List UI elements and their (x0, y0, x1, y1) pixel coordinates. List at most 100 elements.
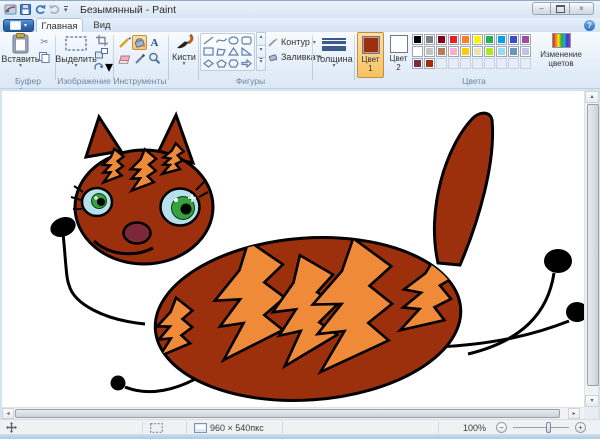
brushes-button[interactable]: Кисти ▾ (171, 33, 197, 67)
palette-swatch[interactable] (412, 34, 423, 45)
text-tool-button[interactable]: A (147, 35, 162, 50)
palette-swatch[interactable] (472, 58, 483, 69)
scroll-up-button[interactable]: ▴ (585, 91, 599, 103)
shape-fill-button[interactable]: Заливка ▾ (268, 52, 322, 62)
shape-pentagon-icon[interactable] (216, 59, 227, 68)
shape-diamond-icon[interactable] (203, 59, 214, 68)
palette-swatch[interactable] (424, 58, 435, 69)
copy-button[interactable] (37, 50, 52, 64)
magnifier-tool-button[interactable] (147, 51, 162, 66)
palette-swatch[interactable] (424, 34, 435, 45)
palette-swatch[interactable] (448, 34, 459, 45)
drawing-canvas[interactable] (2, 91, 584, 407)
color2-button[interactable]: Цвет 2 (386, 32, 411, 78)
shape-rectangle-icon[interactable] (203, 47, 214, 56)
vertical-scroll-thumb[interactable] (587, 104, 599, 386)
fill-tool-button[interactable] (132, 35, 147, 50)
undo-icon[interactable] (34, 4, 46, 15)
size-lines-icon (322, 33, 346, 54)
palette-swatch[interactable] (436, 58, 447, 69)
cat-nose (124, 223, 151, 244)
image-size-icon (194, 423, 207, 433)
maximize-button[interactable] (551, 2, 570, 15)
palette-swatch[interactable] (508, 34, 519, 45)
pencil-tool-button[interactable] (117, 35, 132, 50)
palette-swatch[interactable] (448, 58, 459, 69)
select-button[interactable]: Выделить ▾ (58, 33, 94, 69)
vertical-scrollbar[interactable]: ▴ ▾ (584, 91, 598, 407)
redo-icon[interactable] (49, 4, 61, 15)
zoom-in-button[interactable]: + (575, 422, 586, 433)
paint-menu-button[interactable]: ▾ (3, 19, 34, 32)
palette-swatch[interactable] (460, 46, 471, 57)
select-dropdown-icon: ▾ (74, 64, 77, 69)
outline-button[interactable]: Контур ▾ (268, 37, 316, 47)
palette-swatch[interactable] (436, 34, 447, 45)
copy-icon (39, 52, 50, 63)
horizontal-scrollbar[interactable]: ◂ ▸ (2, 407, 584, 419)
color1-button[interactable]: Цвет 1 (357, 32, 384, 78)
save-icon[interactable] (20, 4, 31, 15)
crop-button[interactable] (93, 34, 110, 47)
scroll-down-button[interactable]: ▾ (585, 395, 599, 407)
tab-view[interactable]: Вид (86, 19, 118, 32)
brushes-dropdown-icon: ▾ (182, 62, 185, 67)
image-size-value: 960 × 540пкс (210, 423, 264, 433)
palette-swatch[interactable] (460, 58, 471, 69)
palette-swatch[interactable] (460, 34, 471, 45)
help-icon[interactable]: ? (584, 20, 595, 31)
shapes-scroll-down[interactable]: ▾ (256, 45, 266, 59)
shape-arrow-right-icon[interactable] (241, 59, 252, 68)
close-button[interactable]: × (570, 2, 594, 15)
cut-button[interactable]: ✂ (37, 35, 52, 49)
shapes-scroll-up[interactable]: ▴ (256, 32, 266, 46)
shape-right-triangle-icon[interactable] (241, 47, 252, 56)
palette-swatch[interactable] (412, 58, 423, 69)
tab-home[interactable]: Главная (36, 18, 83, 32)
shape-rounded-rectangle-icon[interactable] (241, 36, 252, 45)
shape-ellipse-icon[interactable] (228, 36, 239, 45)
palette-swatch[interactable] (436, 46, 447, 57)
scroll-right-button[interactable]: ▸ (568, 408, 580, 419)
edit-colors-button[interactable]: Изменение цветов (532, 33, 590, 68)
palette-swatch[interactable] (448, 46, 459, 57)
palette-swatch[interactable] (496, 58, 507, 69)
shapes-expand[interactable]: ▾ (256, 57, 266, 71)
palette-swatch[interactable] (496, 46, 507, 57)
zoom-slider-track[interactable] (513, 427, 569, 428)
palette-swatch[interactable] (412, 46, 423, 57)
size-button[interactable]: Толщина ▾ (316, 33, 352, 69)
palette-swatch[interactable] (484, 46, 495, 57)
palette-swatch[interactable] (424, 46, 435, 57)
shape-curve-icon[interactable] (216, 36, 227, 45)
paste-button[interactable]: Вставить ▾ (4, 33, 37, 69)
eraser-tool-button[interactable] (117, 51, 132, 66)
shape-line-icon[interactable] (203, 36, 214, 45)
title-bar: ▾ Безымянный - Paint – × (0, 1, 600, 18)
qat-dropdown-icon[interactable]: ▾ (64, 6, 68, 14)
scroll-left-button[interactable]: ◂ (2, 408, 14, 419)
color-picker-tool-button[interactable] (132, 51, 147, 66)
paint-menu-icon (10, 21, 21, 30)
horizontal-scroll-thumb[interactable] (15, 409, 560, 418)
palette-swatch[interactable] (472, 46, 483, 57)
pencil-icon (118, 36, 131, 49)
palette-swatch[interactable] (508, 46, 519, 57)
shape-polygon-icon[interactable] (216, 47, 227, 56)
shapes-scroll: ▴ ▾ ▾ (256, 33, 266, 71)
palette-swatch[interactable] (484, 34, 495, 45)
palette-swatch[interactable] (472, 34, 483, 45)
palette-swatch[interactable] (508, 58, 519, 69)
zoom-out-button[interactable]: − (496, 422, 507, 433)
palette-swatch[interactable] (496, 34, 507, 45)
palette-swatch[interactable] (520, 46, 531, 57)
minimize-button[interactable]: – (532, 2, 551, 15)
palette-swatch[interactable] (520, 34, 531, 45)
palette-swatch[interactable] (520, 58, 531, 69)
palette-swatch[interactable] (484, 58, 495, 69)
shape-triangle-icon[interactable] (228, 47, 239, 56)
shape-hexagon-icon[interactable] (228, 59, 239, 68)
rotate-button[interactable]: ▾ (93, 60, 114, 73)
cursor-position-icon (6, 422, 17, 433)
zoom-slider-thumb[interactable] (546, 422, 551, 433)
